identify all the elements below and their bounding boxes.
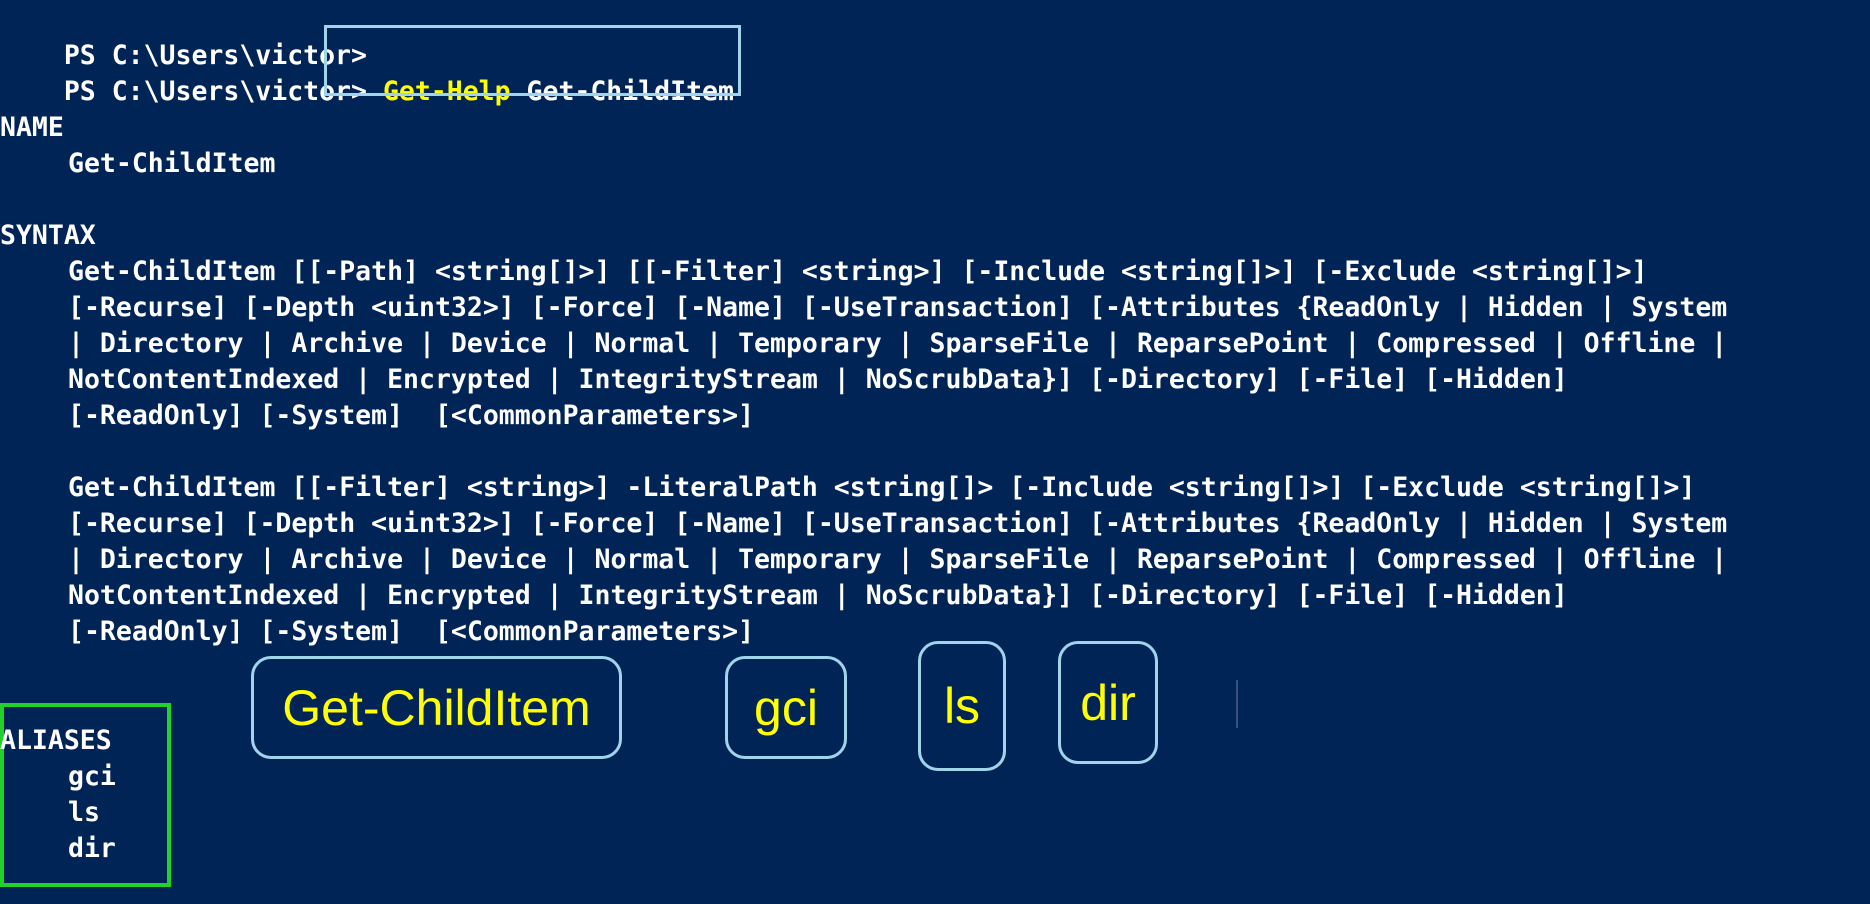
callout-ls: ls	[918, 641, 1006, 771]
syntax-header: SYNTAX	[0, 220, 96, 251]
callout-dir: dir	[1058, 641, 1158, 764]
aliases-header: ALIASES	[0, 725, 112, 756]
syntax-1-line-5: [-ReadOnly] [-System] [<CommonParameters…	[68, 400, 755, 431]
syntax-1-line-1: Get-ChildItem [[-Path] <string[]>] [[-Fi…	[68, 256, 1648, 287]
alias-item-dir: dir	[68, 833, 116, 864]
syntax-1-line-4: NotContentIndexed | Encrypted | Integrit…	[68, 364, 1568, 395]
prompt-line-1: PS C:\Users\victor>	[0, 2, 367, 71]
alias-item-ls: ls	[68, 797, 100, 828]
syntax-2-line-3: | Directory | Archive | Device | Normal …	[68, 544, 1728, 575]
syntax-1-line-2: [-Recurse] [-Depth <uint32>] [-Force] [-…	[68, 292, 1728, 323]
syntax-2-line-4: NotContentIndexed | Encrypted | Integrit…	[68, 580, 1568, 611]
prompt-text: PS C:\Users\victor>	[63, 76, 367, 107]
text-cursor	[1236, 680, 1238, 728]
syntax-2-line-1: Get-ChildItem [[-Filter] <string>] -Lite…	[68, 472, 1696, 503]
alias-item-gci: gci	[68, 761, 116, 792]
syntax-2-line-5: [-ReadOnly] [-System] [<CommonParameters…	[68, 616, 755, 647]
syntax-1-line-3: | Directory | Archive | Device | Normal …	[68, 328, 1728, 359]
name-value: Get-ChildItem	[68, 148, 276, 179]
powershell-terminal[interactable]: PS C:\Users\victor> PS C:\Users\victor> …	[0, 0, 1870, 904]
callout-gci: gci	[725, 656, 847, 759]
callout-get-childitem: Get-ChildItem	[251, 656, 622, 759]
command-highlight-box	[324, 25, 741, 96]
syntax-2-line-2: [-Recurse] [-Depth <uint32>] [-Force] [-…	[68, 508, 1728, 539]
name-header: NAME	[0, 112, 64, 143]
